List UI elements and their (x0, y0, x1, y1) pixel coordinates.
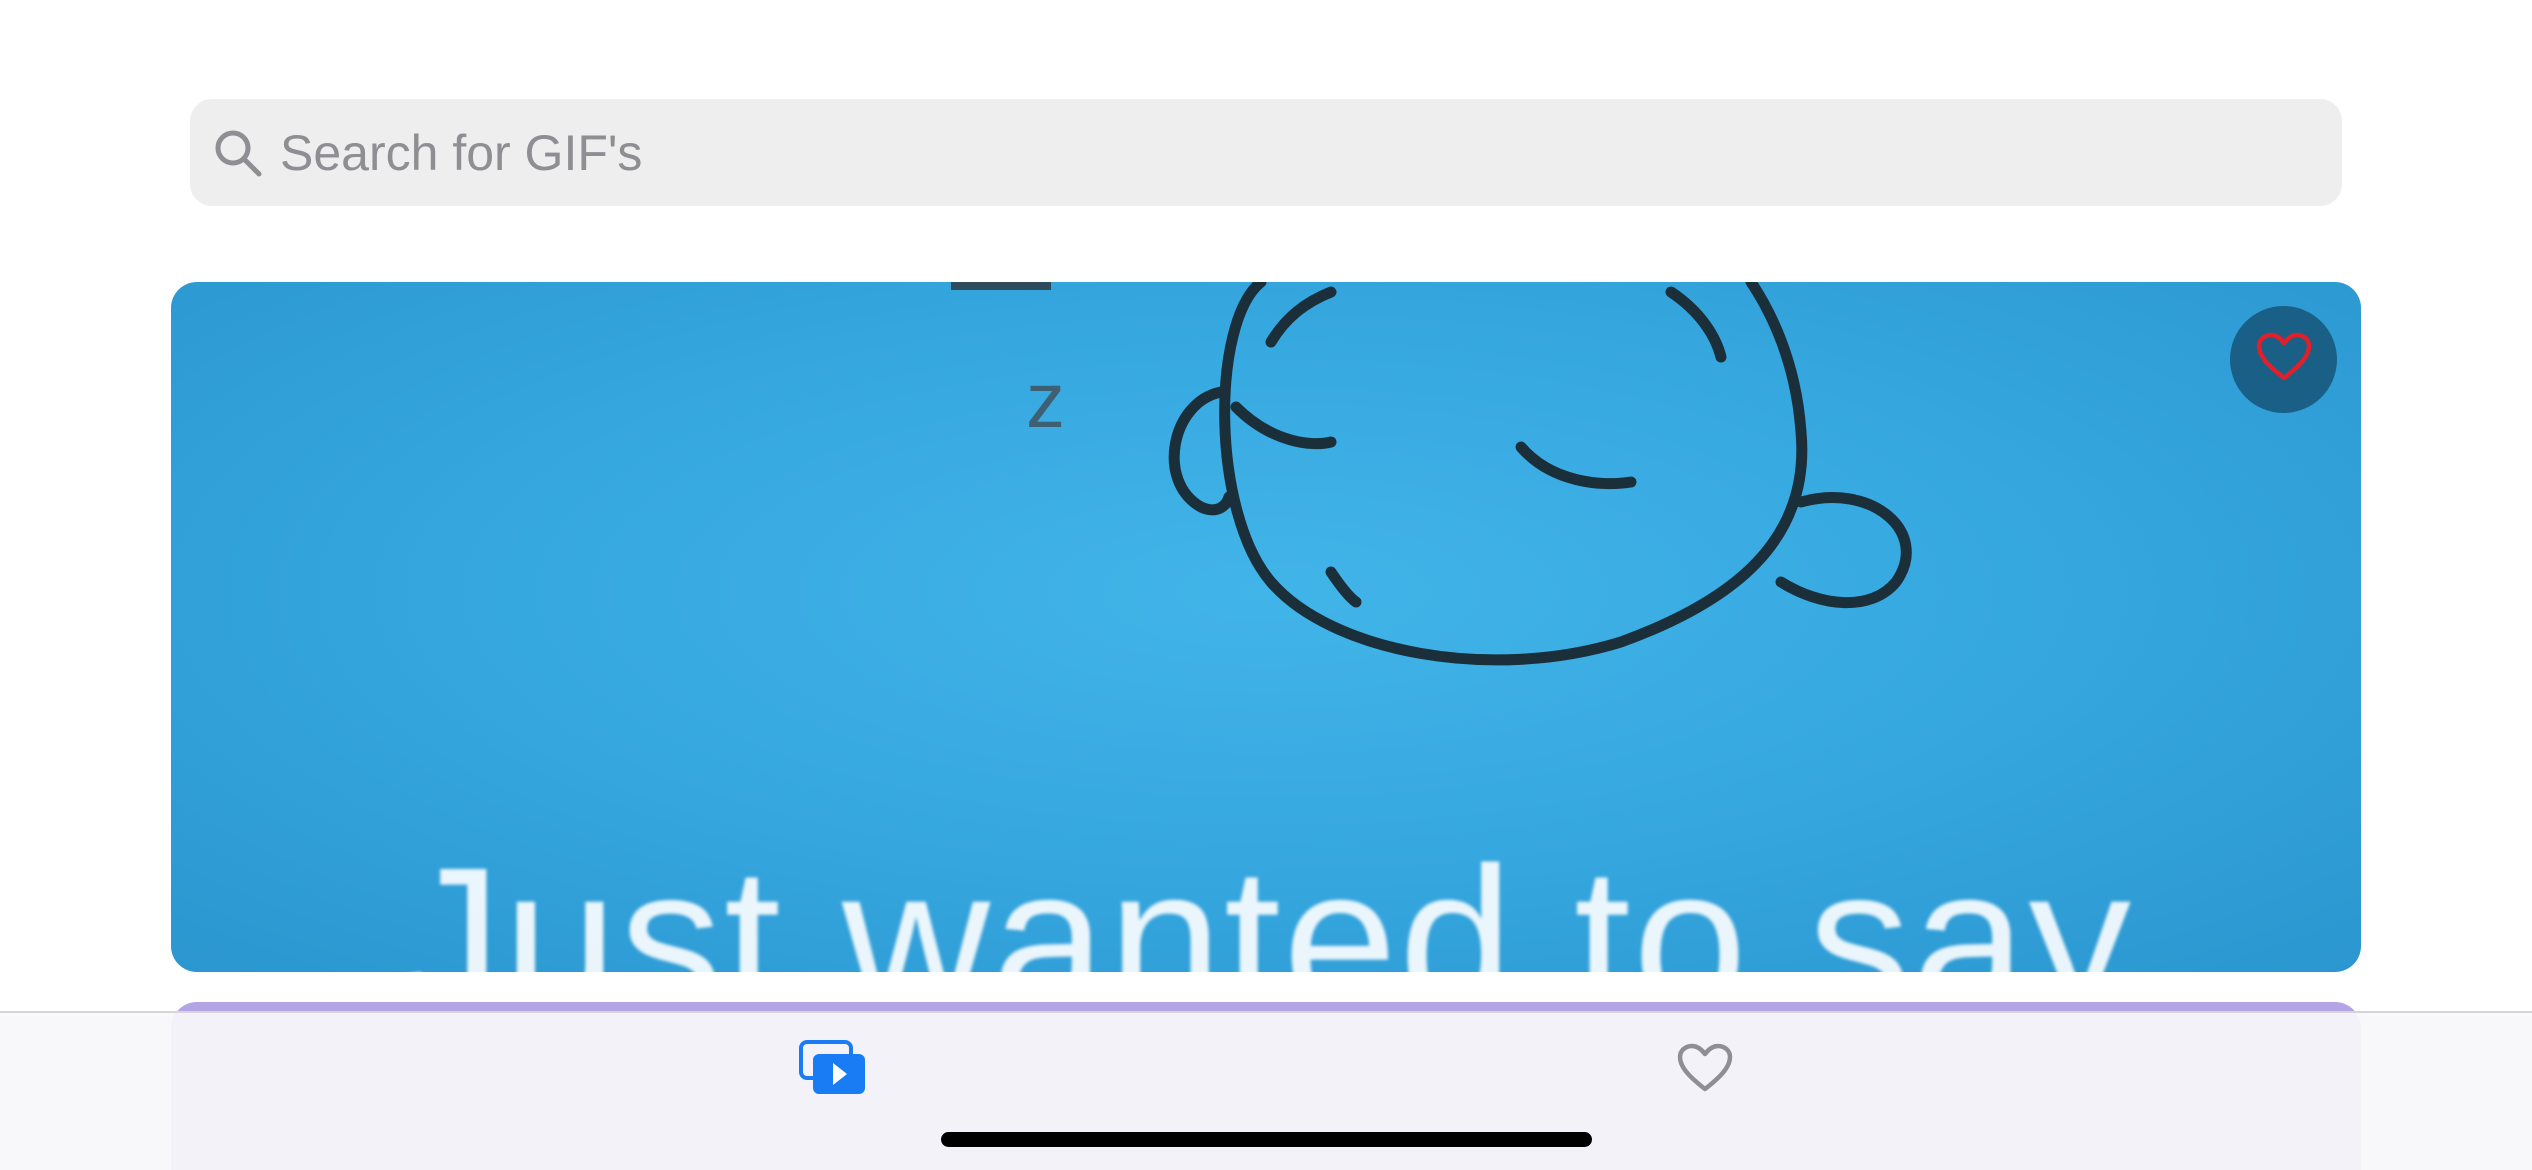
heart-icon (1677, 1043, 1733, 1098)
svg-text:z: z (1026, 356, 1065, 444)
home-indicator (941, 1132, 1592, 1147)
tab-favorites[interactable] (1625, 1035, 1785, 1105)
gif-gallery-icon (799, 1039, 867, 1101)
favorite-button[interactable] (2230, 306, 2337, 413)
tab-gifs[interactable] (753, 1035, 913, 1105)
app-screen: z Just wanted to say (0, 0, 2532, 1170)
heart-icon (2256, 332, 2312, 387)
gif-caption: Just wanted to say (399, 825, 2133, 972)
gif-card[interactable]: z Just wanted to say (171, 282, 2361, 972)
gif-feed: z Just wanted to say (0, 0, 2532, 1170)
